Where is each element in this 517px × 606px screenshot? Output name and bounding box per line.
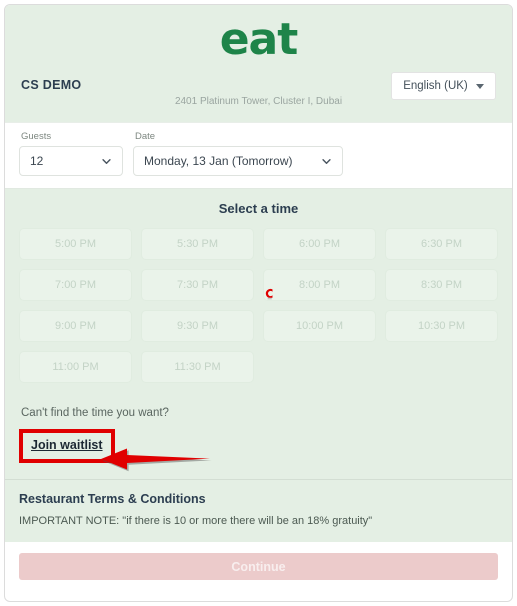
venue-name: CS DEMO <box>21 78 82 92</box>
terms-title: Restaurant Terms & Conditions <box>19 492 206 506</box>
header-info-row: CS DEMO 2401 Platinum Tower, Cluster I, … <box>19 72 498 114</box>
time-selection-section: Select a time 5:00 PM 5:30 PM 6:00 PM 6:30 … <box>5 189 512 397</box>
join-waitlist-highlight: Join waitlist <box>19 429 115 463</box>
booking-page: eat CS DEMO 2401 Platinum Tower, Cluster… <box>0 0 517 606</box>
date-field-group: Date Monday, 13 Jan (Tomorrow) <box>133 131 343 176</box>
chevron-down-icon <box>475 83 484 89</box>
guests-label: Guests <box>21 131 52 142</box>
time-slot: 10:30 PM <box>385 310 498 342</box>
select-a-time-title: Select a time <box>218 201 299 216</box>
language-select-label: English (UK) <box>403 80 468 92</box>
join-waitlist-link[interactable]: Join waitlist <box>31 438 103 452</box>
time-slot: 11:00 PM <box>19 351 132 383</box>
guests-select[interactable]: 12 <box>19 146 123 176</box>
eat-logo: eat <box>219 14 299 65</box>
time-slot: 5:00 PM <box>19 228 132 260</box>
brand-logo-wrap: eat <box>19 15 498 64</box>
date-label: Date <box>135 131 156 142</box>
waitlist-section: Can't find the time you want? Join waitl… <box>5 397 512 479</box>
language-select[interactable]: English (UK) <box>391 72 496 100</box>
date-value: Monday, 13 Jan (Tomorrow) <box>144 154 293 168</box>
time-slot: 8:00 PM <box>263 269 376 301</box>
booking-form-band: Guests 12 Date Monday, 13 Jan (Tomorrow) <box>5 122 512 189</box>
page-footer: Continue <box>5 542 512 595</box>
chevron-down-icon <box>322 158 331 164</box>
waitlist-question: Can't find the time you want? <box>21 407 169 419</box>
page-header: eat CS DEMO 2401 Platinum Tower, Cluster… <box>5 5 512 122</box>
time-slot-grid: 5:00 PM 5:30 PM 6:00 PM 6:30 PM 7:00 PM 7:30 … <box>19 228 498 383</box>
time-slot: 11:30 PM <box>141 351 254 383</box>
time-slot: 6:00 PM <box>263 228 376 260</box>
terms-note: IMPORTANT NOTE: "if there is 10 or more … <box>19 515 373 527</box>
time-slot: 8:30 PM <box>385 269 498 301</box>
time-slot: 7:00 PM <box>19 269 132 301</box>
time-slot: 9:00 PM <box>19 310 132 342</box>
guests-value: 12 <box>30 154 44 168</box>
time-slot: 9:30 PM <box>141 310 254 342</box>
time-slot: 10:00 PM <box>263 310 376 342</box>
chevron-down-icon <box>102 158 111 164</box>
booking-card: eat CS DEMO 2401 Platinum Tower, Cluster… <box>4 4 513 602</box>
time-slot: 6:30 PM <box>385 228 498 260</box>
time-slot: 5:30 PM <box>141 228 254 260</box>
time-slot: 7:30 PM <box>141 269 254 301</box>
date-select[interactable]: Monday, 13 Jan (Tomorrow) <box>133 146 343 176</box>
terms-section: Restaurant Terms & Conditions IMPORTANT … <box>5 479 512 543</box>
continue-button[interactable]: Continue <box>19 553 498 581</box>
guests-field-group: Guests 12 <box>19 131 123 176</box>
